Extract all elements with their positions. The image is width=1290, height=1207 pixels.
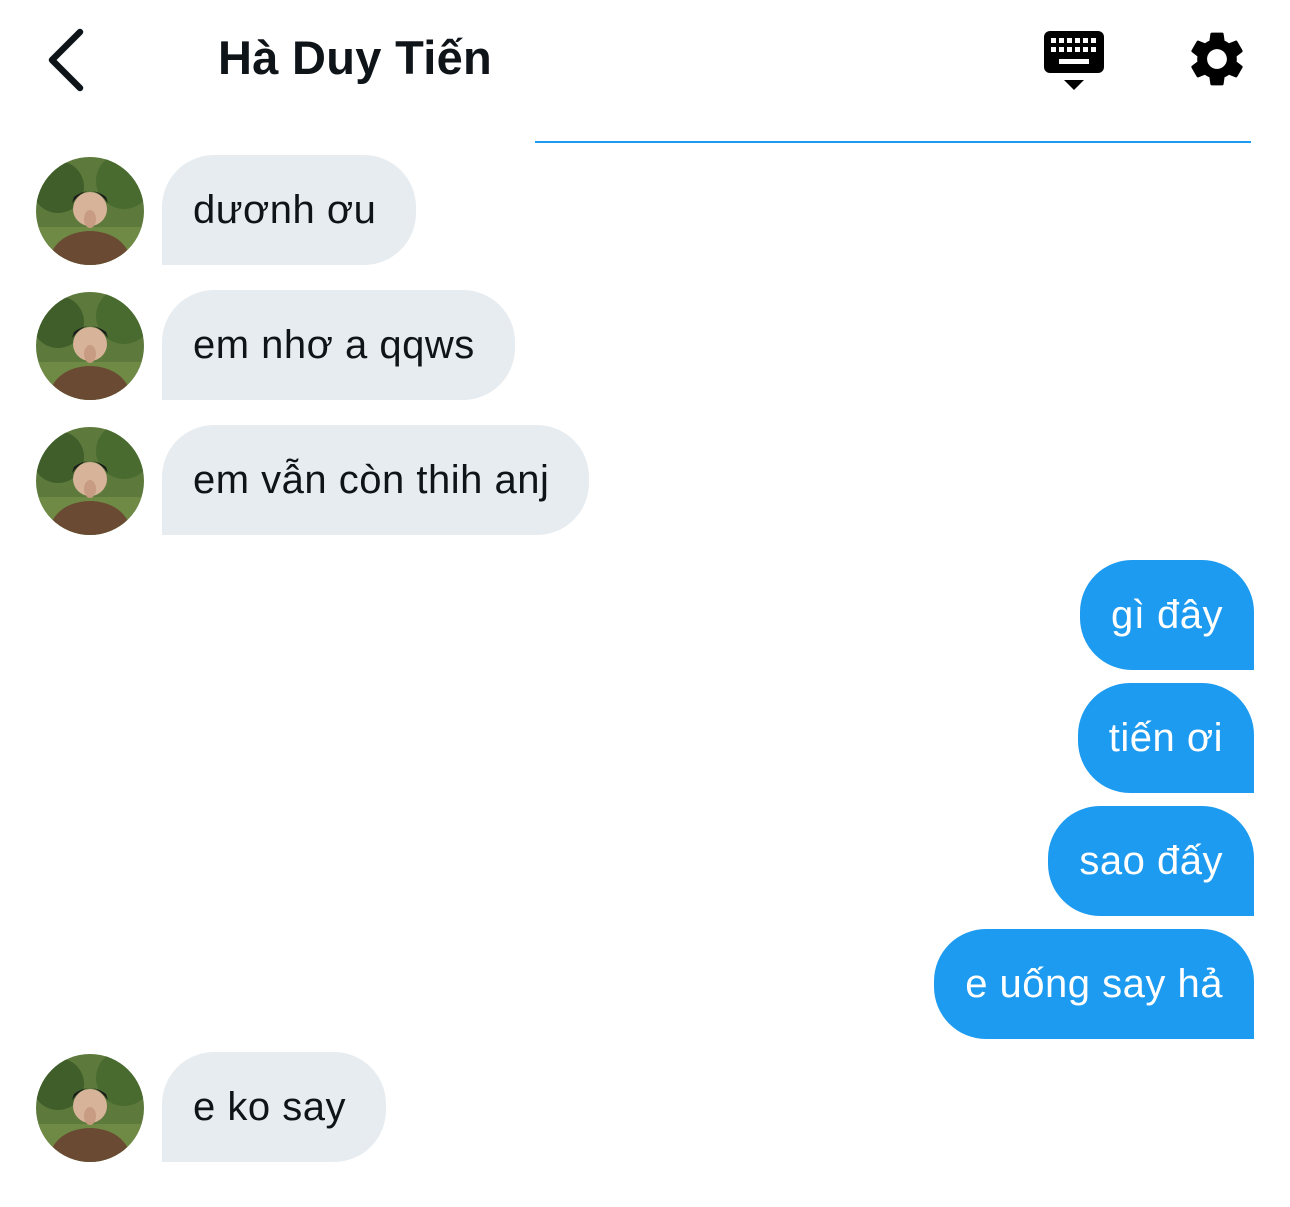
chevron-left-icon	[48, 28, 84, 92]
header-divider	[535, 141, 1251, 143]
message-bubble-incoming[interactable]: em nhơ a qqws	[162, 290, 515, 400]
gear-icon	[1191, 32, 1243, 86]
message-row-outgoing: tiến ơi	[0, 683, 1290, 793]
message-row-outgoing: gì đây	[0, 560, 1290, 670]
message-bubble-outgoing[interactable]: tiến ơi	[1077, 683, 1254, 793]
keyboard-hide-icon	[1044, 31, 1104, 90]
avatar[interactable]	[36, 157, 144, 265]
message-row-incoming: dươnh ơu	[0, 155, 1290, 265]
avatar[interactable]	[36, 427, 144, 535]
message-row-outgoing: e uống say hả	[0, 929, 1290, 1039]
message-row-incoming: em nhơ a qqws	[0, 290, 1290, 400]
message-bubble-outgoing[interactable]: sao đấy	[1048, 806, 1254, 916]
message-row-outgoing: sao đấy	[0, 806, 1290, 916]
conversation-title: Hà Duy Tiến	[218, 31, 493, 84]
avatar[interactable]	[36, 1054, 144, 1162]
message-bubble-incoming[interactable]: e ko say	[162, 1052, 386, 1162]
conversation-header: Hà Duy Tiến	[0, 0, 1290, 143]
message-bubble-incoming[interactable]: dươnh ơu	[162, 155, 417, 265]
message-row-incoming: em vẫn còn thih anj	[0, 425, 1290, 535]
hide-keyboard-button[interactable]	[1040, 28, 1108, 94]
message-bubble-outgoing[interactable]: gì đây	[1080, 560, 1254, 670]
message-bubble-outgoing[interactable]: e uống say hả	[934, 929, 1254, 1039]
back-button[interactable]	[34, 24, 98, 96]
avatar[interactable]	[36, 292, 144, 400]
settings-button[interactable]	[1184, 26, 1250, 92]
message-bubble-incoming[interactable]: em vẫn còn thih anj	[162, 425, 590, 535]
message-row-incoming: e ko say	[0, 1052, 1290, 1162]
